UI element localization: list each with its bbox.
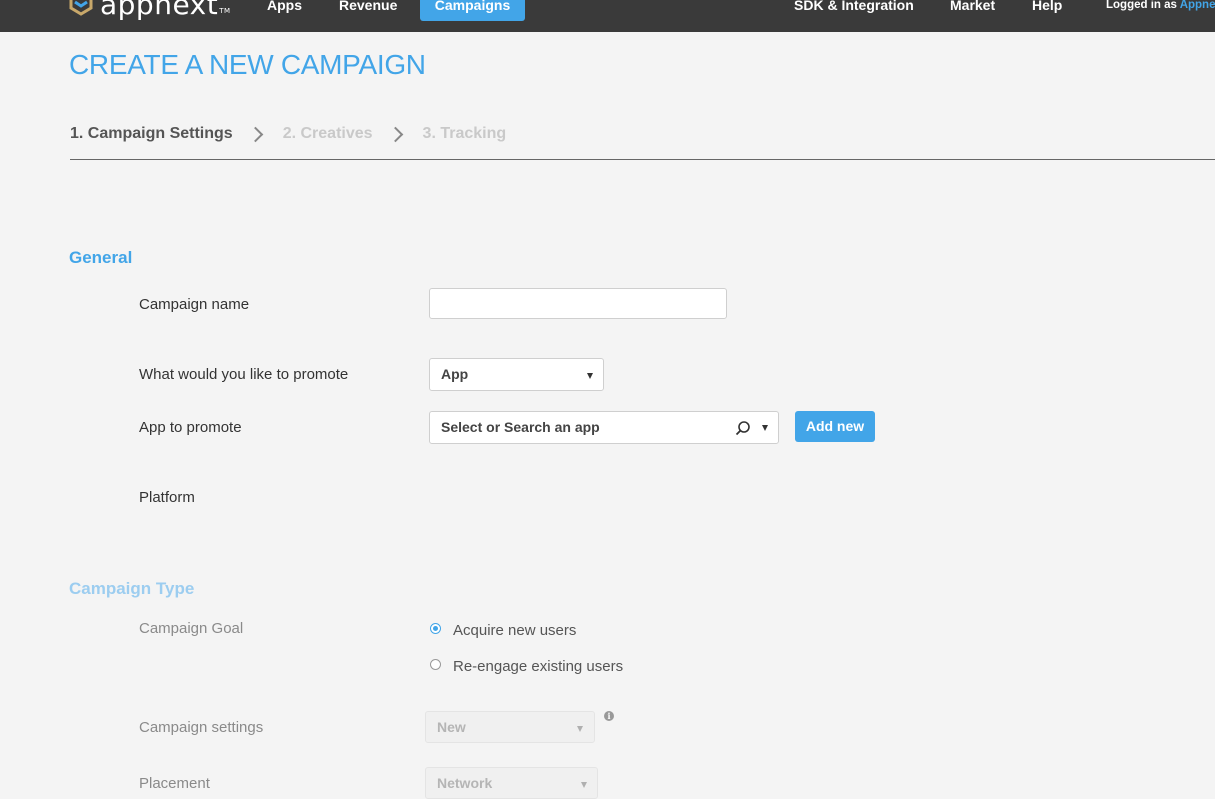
section-general-title: General: [69, 248, 133, 267]
step-creatives[interactable]: 2. Creatives: [283, 125, 373, 143]
search-icon[interactable]: [735, 420, 751, 436]
radio-label-acquire[interactable]: Acquire new users: [453, 622, 576, 639]
app-search-placeholder: Select or Search an app: [441, 419, 600, 435]
placement-select[interactable]: Network: [425, 767, 598, 799]
caret-down-icon: [577, 726, 583, 732]
step-tracking[interactable]: 3. Tracking: [423, 125, 507, 143]
radio-re-engage-users[interactable]: [430, 659, 441, 670]
info-icon[interactable]: i: [604, 711, 614, 721]
platform-label: Platform: [139, 489, 195, 506]
nav-campaigns[interactable]: Campaigns: [420, 0, 525, 21]
campaign-settings-value: New: [437, 719, 466, 735]
logo-text: appnextTM: [100, 0, 231, 21]
chevron-right-icon: [247, 126, 263, 142]
app-to-promote-label: App to promote: [139, 419, 242, 436]
nav-market[interactable]: Market: [950, 0, 995, 14]
campaign-name-input[interactable]: [429, 288, 727, 319]
add-new-app-button[interactable]: Add new: [795, 411, 875, 442]
nav-revenue[interactable]: Revenue: [339, 0, 397, 14]
chevron-right-icon: [387, 126, 403, 142]
login-status: Logged in as Appne: [1106, 0, 1215, 11]
appnext-logo[interactable]: appnextTM: [68, 0, 231, 20]
radio-acquire-new-users[interactable]: [430, 623, 441, 634]
wizard-steps: 1. Campaign Settings 2. Creatives 3. Tra…: [70, 124, 506, 144]
steps-divider: [70, 159, 1215, 160]
promote-select[interactable]: App: [429, 358, 604, 391]
top-navigation-bar: appnextTM Apps Revenue Campaigns SDK & I…: [0, 0, 1215, 32]
caret-down-icon: [587, 373, 593, 379]
step-campaign-settings[interactable]: 1. Campaign Settings: [70, 125, 233, 143]
promote-select-value: App: [441, 366, 469, 382]
page-title: CREATE A NEW CAMPAIGN: [69, 49, 426, 80]
promote-label: What would you like to promote: [139, 366, 349, 383]
section-campaign-type-title: Campaign Type: [69, 579, 195, 598]
radio-label-re-engage[interactable]: Re-engage existing users: [453, 658, 623, 675]
app-search-select[interactable]: Select or Search an app: [429, 411, 779, 444]
campaign-settings-select[interactable]: New: [425, 711, 595, 743]
nav-help[interactable]: Help: [1032, 0, 1062, 14]
campaign-goal-label: Campaign Goal: [139, 620, 244, 637]
logo-mark-icon: [68, 0, 94, 16]
nav-apps[interactable]: Apps: [267, 0, 302, 14]
placement-label: Placement: [139, 775, 210, 792]
campaign-settings-label: Campaign settings: [139, 719, 264, 736]
campaign-name-label: Campaign name: [139, 296, 250, 313]
placement-value: Network: [437, 775, 493, 791]
caret-down-icon: [762, 425, 768, 431]
login-user-link[interactable]: Appne: [1180, 0, 1215, 11]
nav-sdk-integration[interactable]: SDK & Integration: [794, 0, 914, 14]
caret-down-icon: [581, 782, 587, 788]
